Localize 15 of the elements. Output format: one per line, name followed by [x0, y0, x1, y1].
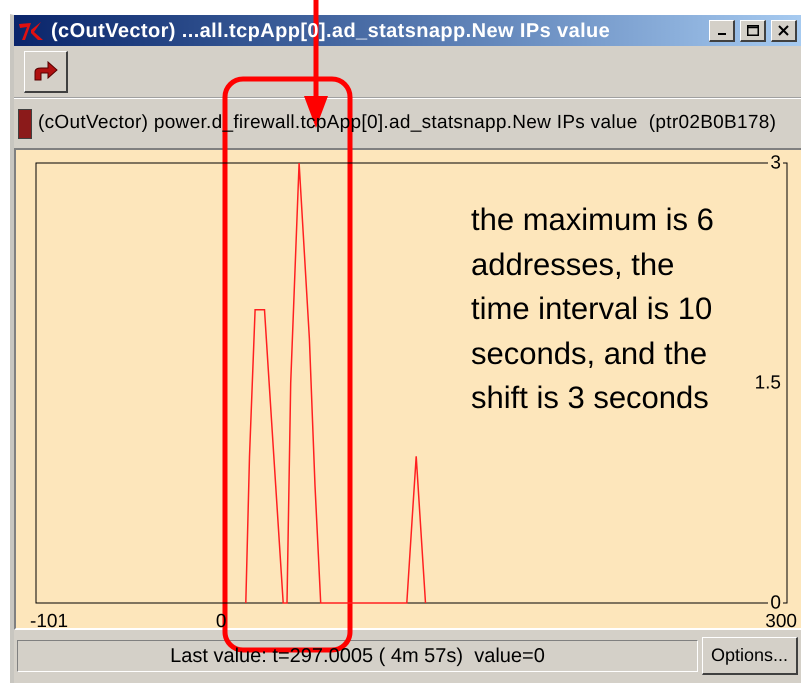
maximize-icon — [746, 24, 758, 36]
y-tick-label: 3 — [770, 152, 781, 174]
y-tick-label: 0 — [770, 592, 781, 614]
options-button[interactable]: Options... — [702, 636, 798, 674]
x-tick-label: 300 — [765, 611, 797, 628]
minimize-button[interactable] — [709, 20, 735, 42]
x-tick-label: -101 — [30, 611, 68, 628]
annotation-text: the maximum is 6 addresses, the time interval is 10 seconds, and the shift is 3 seconds — [471, 201, 715, 417]
up-button[interactable] — [24, 50, 68, 92]
minimize-icon — [718, 33, 726, 35]
close-icon — [778, 24, 789, 36]
y-tick-label: 1.5 — [754, 372, 781, 394]
curved-arrow-icon — [32, 60, 58, 82]
maximize-button[interactable] — [740, 20, 766, 42]
close-button[interactable] — [771, 20, 797, 42]
